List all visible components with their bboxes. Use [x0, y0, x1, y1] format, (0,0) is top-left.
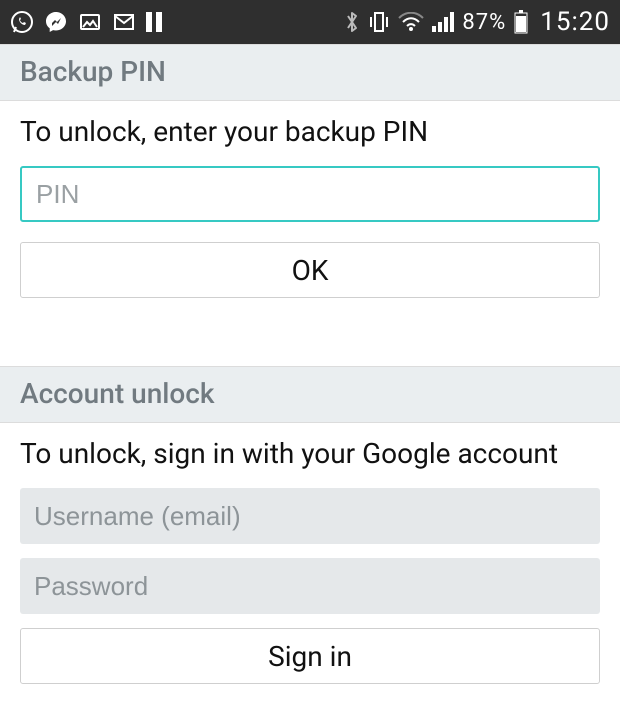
backup-pin-instruction: To unlock, enter your backup PIN	[20, 115, 600, 148]
gmail-icon	[112, 10, 136, 34]
status-bar-left	[10, 10, 162, 34]
battery-percentage: 87%	[462, 10, 506, 35]
section-gap	[0, 324, 620, 366]
status-bar: 87% 15:20	[0, 0, 620, 44]
account-unlock-body: To unlock, sign in with your Google acco…	[0, 423, 620, 710]
backup-pin-header: Backup PIN	[0, 44, 620, 101]
whatsapp-icon	[10, 10, 34, 34]
pause-icon	[146, 12, 162, 32]
username-input[interactable]	[20, 488, 600, 544]
image-icon	[78, 10, 102, 34]
battery-icon	[514, 10, 528, 34]
ok-button[interactable]: OK	[20, 242, 600, 298]
vibrate-icon	[368, 10, 390, 34]
sign-in-button[interactable]: Sign in	[20, 628, 600, 684]
clock: 15:20	[540, 7, 610, 37]
bluetooth-icon	[344, 10, 360, 34]
messenger-icon	[44, 10, 68, 34]
backup-pin-body: To unlock, enter your backup PIN OK	[0, 101, 620, 324]
pin-input[interactable]	[20, 166, 600, 222]
status-bar-right: 87% 15:20	[344, 7, 610, 37]
signal-icon	[432, 12, 454, 32]
wifi-icon	[398, 12, 424, 32]
password-input[interactable]	[20, 558, 600, 614]
account-unlock-instruction: To unlock, sign in with your Google acco…	[20, 437, 600, 470]
account-unlock-header: Account unlock	[0, 366, 620, 423]
